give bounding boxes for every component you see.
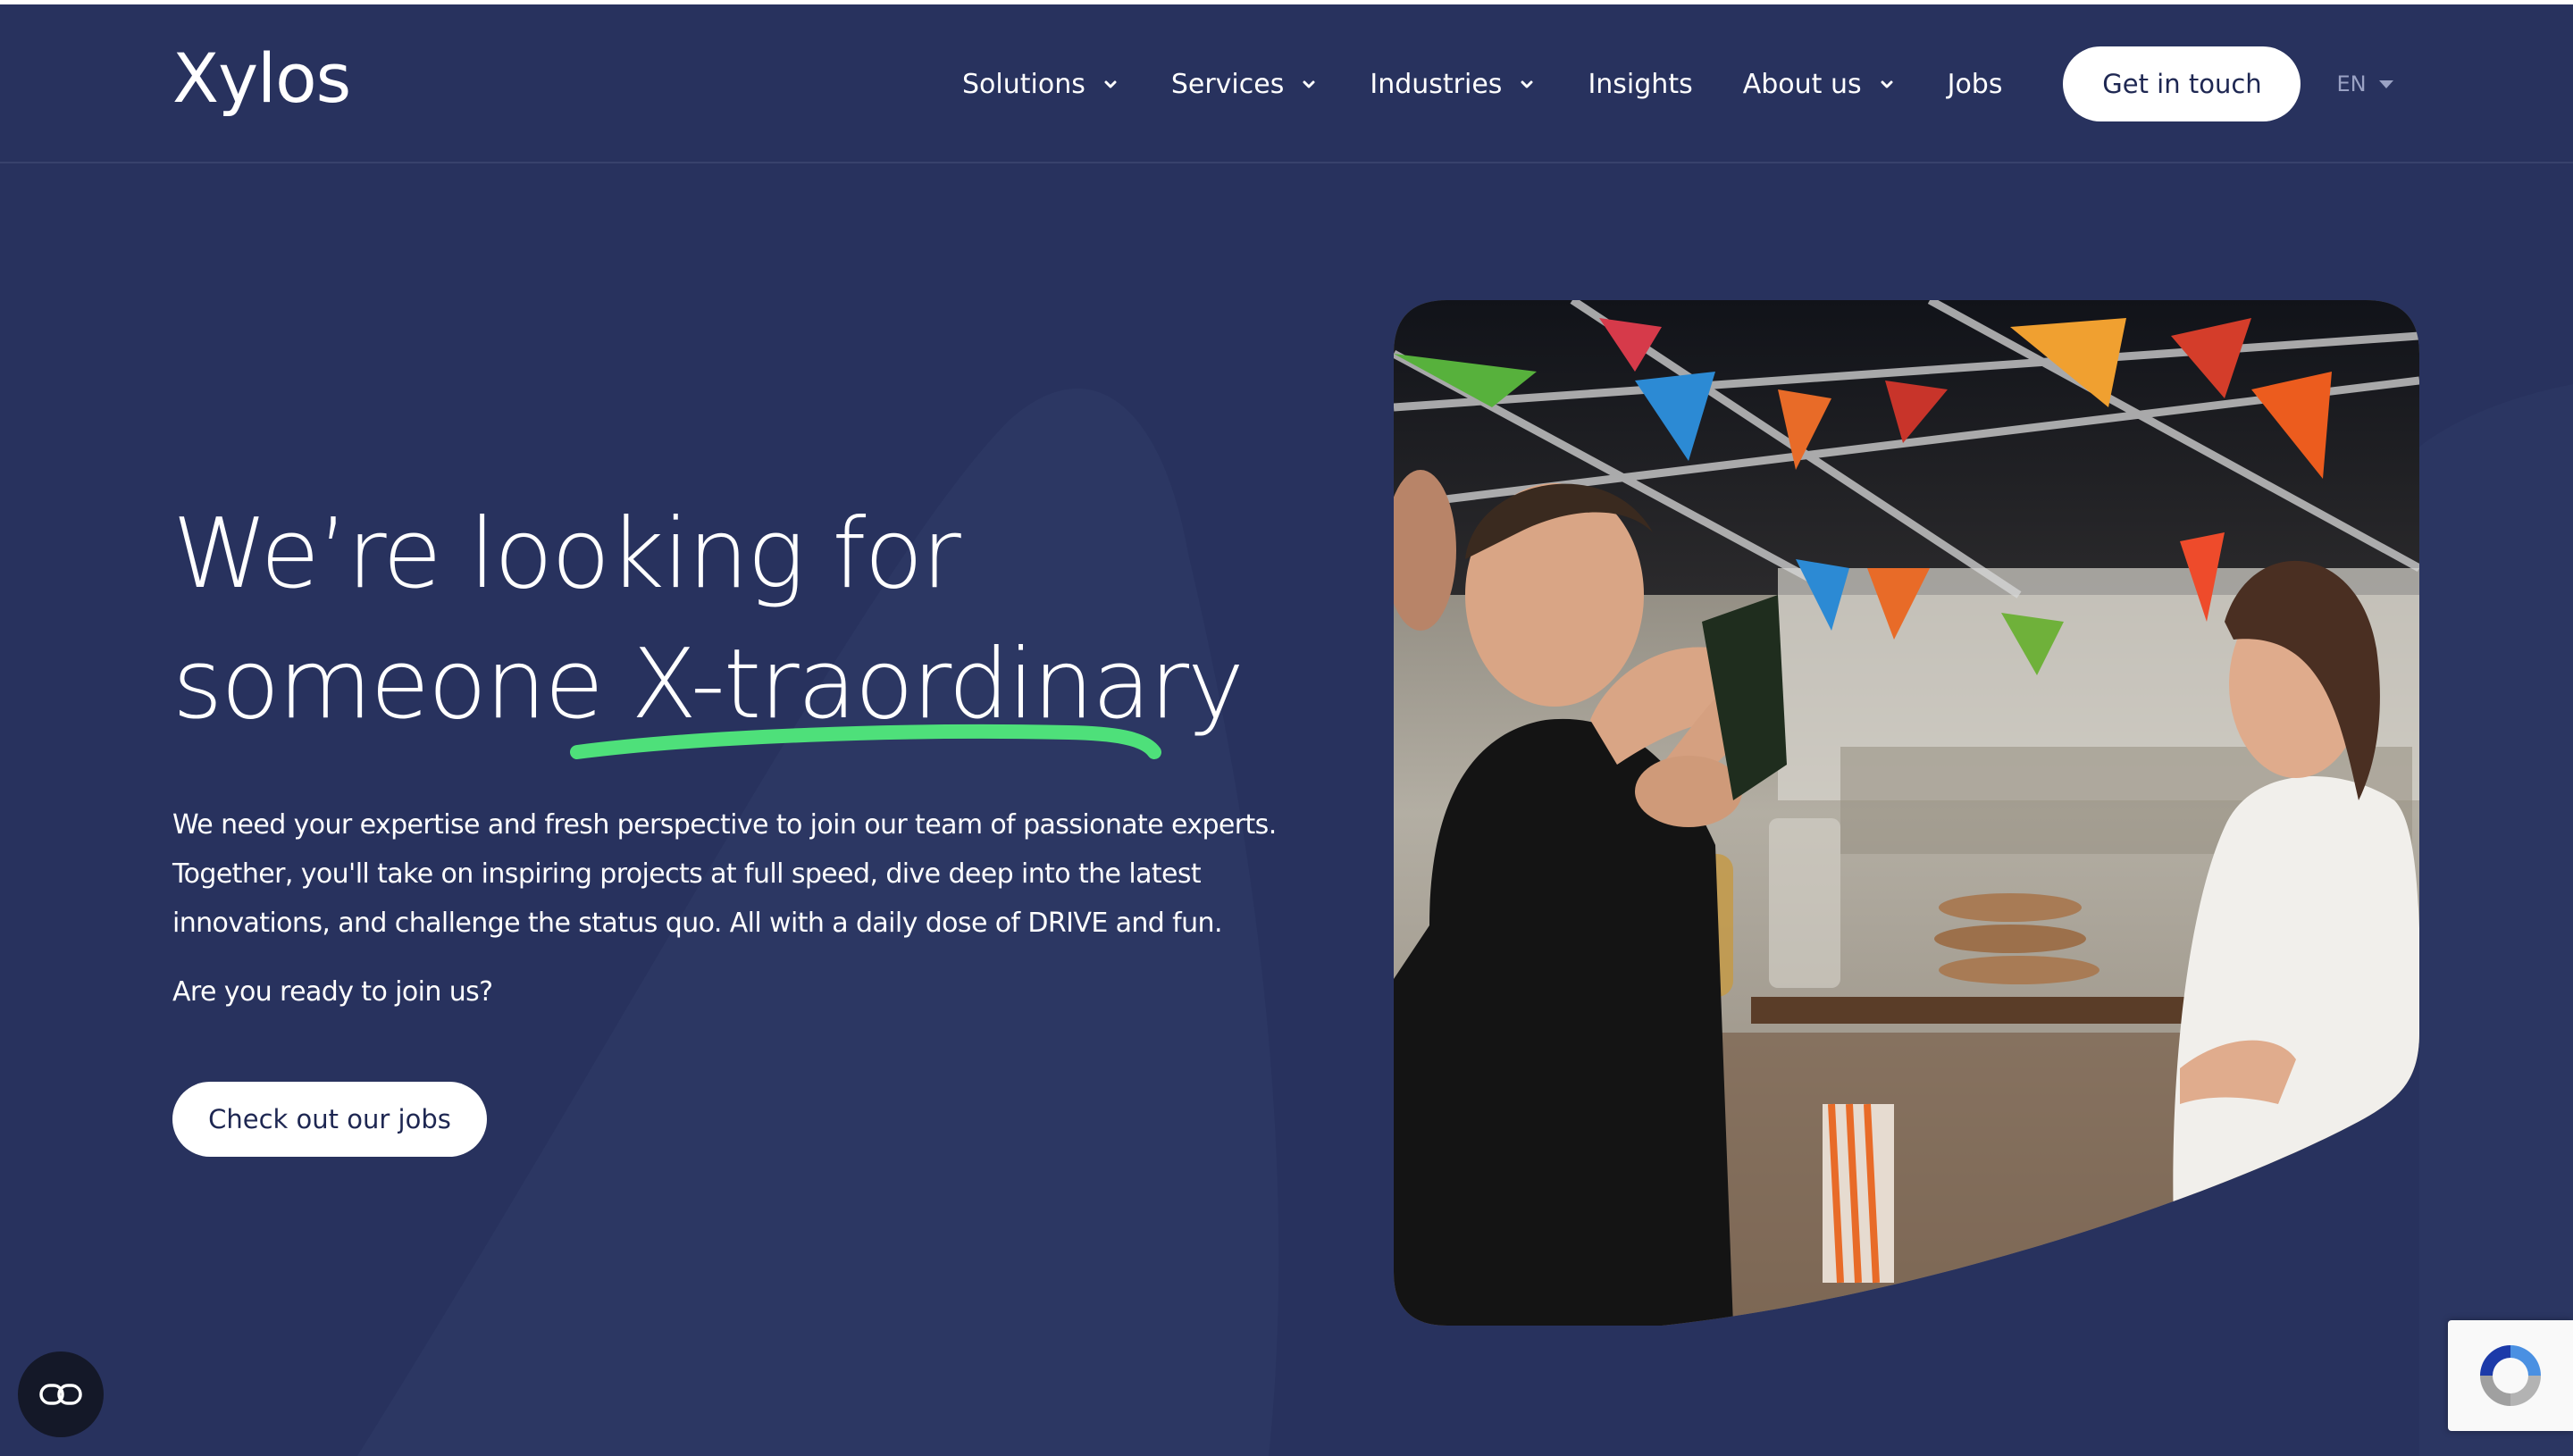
- recaptcha-badge[interactable]: [2448, 1320, 2573, 1431]
- nav-item-label: About us: [1742, 68, 1862, 100]
- xylos-logo[interactable]: Xylos: [172, 38, 351, 118]
- team-photo-illustration: [1394, 300, 2419, 1326]
- nav-item-services[interactable]: Services: [1171, 69, 1319, 100]
- headline-line-1: We’re looking for: [172, 498, 961, 610]
- hero-paragraph: We need your expertise and fresh perspec…: [172, 809, 1277, 939]
- nav-item-label: Solutions: [962, 68, 1085, 100]
- nav-item-label: Insights: [1588, 68, 1693, 100]
- chevron-down-icon: [1521, 80, 1533, 88]
- nav-item-solutions[interactable]: Solutions: [962, 69, 1119, 100]
- check-out-jobs-button[interactable]: Check out our jobs: [172, 1082, 487, 1157]
- accessibility-button[interactable]: [18, 1351, 104, 1437]
- nav-item-insights[interactable]: Insights: [1588, 69, 1692, 100]
- team-photo: [1394, 300, 2419, 1326]
- nav-item-about-us[interactable]: About us: [1743, 69, 1896, 100]
- nav-item-industries[interactable]: Industries: [1370, 69, 1536, 100]
- hero-headline: We’re looking for someone X-traordinary: [172, 490, 1245, 750]
- nav-item-label: Services: [1170, 68, 1285, 100]
- nav-item-label: Jobs: [1947, 68, 2003, 100]
- hero-question: Are you ready to join us?: [172, 976, 493, 1008]
- accessibility-icon: [39, 1384, 82, 1405]
- green-underline-swoosh: [570, 724, 1161, 759]
- main-nav: Solutions Services Industries Insights A…: [962, 4, 2393, 163]
- recaptcha-icon: [2480, 1345, 2541, 1406]
- language-selector[interactable]: EN: [2336, 71, 2393, 96]
- caret-down-icon: [2378, 79, 2393, 88]
- get-in-touch-button[interactable]: Get in touch: [2063, 46, 2301, 121]
- chevron-down-icon: [1303, 80, 1315, 88]
- chevron-down-icon: [1104, 80, 1117, 88]
- nav-item-label: Industries: [1370, 68, 1503, 100]
- nav-item-jobs[interactable]: Jobs: [1948, 69, 2003, 100]
- site-header: Xylos Solutions Services Industries Insi…: [0, 4, 2573, 163]
- language-label: EN: [2336, 71, 2367, 96]
- chevron-down-icon: [1881, 80, 1893, 88]
